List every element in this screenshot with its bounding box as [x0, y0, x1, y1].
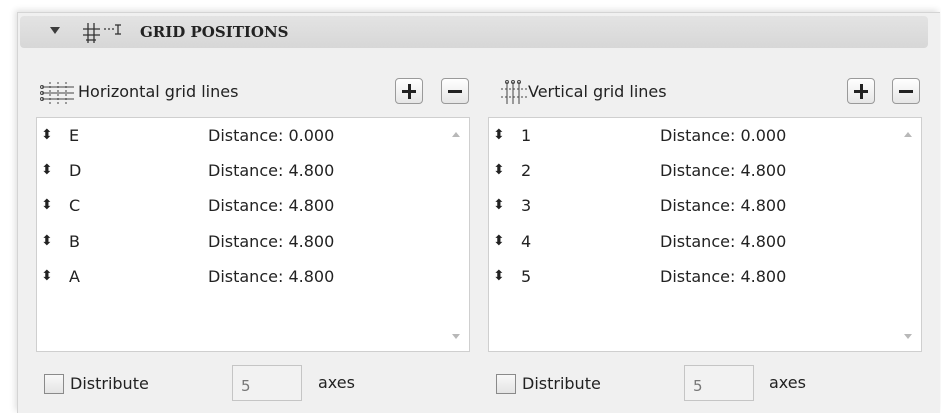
distribute-horizontal-checkbox[interactable]: [44, 374, 64, 394]
grid-line-distance[interactable]: Distance: 4.800: [660, 161, 786, 180]
horizontal-grid-lines-icon: [40, 82, 74, 104]
vertical-grid-lines-title: Vertical grid lines: [528, 82, 667, 101]
drag-handle-icon[interactable]: ⬍: [41, 127, 53, 143]
scroll-up-arrow-icon[interactable]: [452, 132, 460, 137]
grid-line-distance[interactable]: Distance: 4.800: [208, 267, 334, 286]
distribute-label: Distribute: [70, 374, 149, 393]
grid-line-distance[interactable]: Distance: 4.800: [660, 232, 786, 251]
grid-line-name: A: [69, 267, 80, 286]
list-item[interactable]: ⬍ C Distance: 4.800: [37, 188, 469, 224]
grid-line-name: 4: [521, 232, 532, 251]
minus-icon: [448, 90, 462, 93]
drag-handle-icon[interactable]: ⬍: [493, 197, 505, 213]
grid-line-distance[interactable]: Distance: 4.800: [208, 232, 334, 251]
grid-line-distance[interactable]: Distance: 4.800: [208, 196, 334, 215]
grid-line-name: 1: [521, 126, 532, 145]
drag-handle-icon[interactable]: ⬍: [493, 233, 505, 249]
list-item[interactable]: ⬍ E Distance: 0.000: [37, 118, 469, 154]
drag-handle-icon[interactable]: ⬍: [41, 197, 53, 213]
grid-line-name: 2: [521, 161, 532, 180]
distribute-label: Distribute: [522, 374, 601, 393]
drag-handle-icon[interactable]: ⬍: [493, 268, 505, 284]
grid-line-name: 3: [521, 196, 532, 215]
horizontal-grid-lines-title: Horizontal grid lines: [78, 82, 239, 101]
grid-line-name: B: [69, 232, 80, 251]
grid-line-distance[interactable]: Distance: 0.000: [660, 126, 786, 145]
section-header[interactable]: GRID POSITIONS: [20, 16, 928, 48]
grid-line-name: D: [69, 161, 82, 180]
drag-handle-icon[interactable]: ⬍: [493, 162, 505, 178]
axes-label: axes: [318, 373, 355, 392]
grid-positions-icon: [83, 23, 121, 43]
drag-handle-icon[interactable]: ⬍: [493, 127, 505, 143]
drag-handle-icon[interactable]: ⬍: [41, 162, 53, 178]
axes-label: axes: [769, 373, 806, 392]
grid-line-distance[interactable]: Distance: 0.000: [208, 126, 334, 145]
add-horizontal-line-button[interactable]: [395, 78, 423, 104]
collapse-triangle-icon[interactable]: [50, 27, 60, 34]
grid-line-distance[interactable]: Distance: 4.800: [660, 267, 786, 286]
list-item[interactable]: ⬍ A Distance: 4.800: [37, 259, 469, 295]
list-item[interactable]: ⬍ 4 Distance: 4.800: [489, 224, 921, 260]
grid-line-name: 5: [521, 267, 532, 286]
list-item[interactable]: ⬍ 5 Distance: 4.800: [489, 259, 921, 295]
distribute-vertical-checkbox[interactable]: [496, 374, 516, 394]
minus-icon: [899, 90, 913, 93]
grid-line-distance[interactable]: Distance: 4.800: [660, 196, 786, 215]
scroll-down-arrow-icon[interactable]: [452, 334, 460, 339]
horizontal-axes-count-input[interactable]: [232, 365, 302, 401]
drag-handle-icon[interactable]: ⬍: [41, 268, 53, 284]
scroll-down-arrow-icon[interactable]: [904, 334, 912, 339]
vertical-grid-list[interactable]: ⬍ 1 Distance: 0.000 ⬍ 2 Distance: 4.800 …: [488, 117, 922, 352]
list-item[interactable]: ⬍ 3 Distance: 4.800: [489, 188, 921, 224]
section-title: GRID POSITIONS: [140, 23, 289, 41]
add-vertical-line-button[interactable]: [847, 78, 875, 104]
remove-horizontal-line-button[interactable]: [441, 78, 469, 104]
horizontal-grid-list[interactable]: ⬍ E Distance: 0.000 ⬍ D Distance: 4.800 …: [36, 117, 470, 352]
drag-handle-icon[interactable]: ⬍: [41, 233, 53, 249]
remove-vertical-line-button[interactable]: [892, 78, 920, 104]
scroll-up-arrow-icon[interactable]: [904, 132, 912, 137]
grid-line-distance[interactable]: Distance: 4.800: [208, 161, 334, 180]
list-item[interactable]: ⬍ 1 Distance: 0.000: [489, 118, 921, 154]
list-item[interactable]: ⬍ 2 Distance: 4.800: [489, 153, 921, 189]
grid-line-name: E: [69, 126, 80, 145]
vertical-axes-count-input[interactable]: [684, 365, 754, 401]
list-item[interactable]: ⬍ D Distance: 4.800: [37, 153, 469, 189]
grid-line-name: C: [69, 196, 81, 215]
list-item[interactable]: ⬍ B Distance: 4.800: [37, 224, 469, 260]
